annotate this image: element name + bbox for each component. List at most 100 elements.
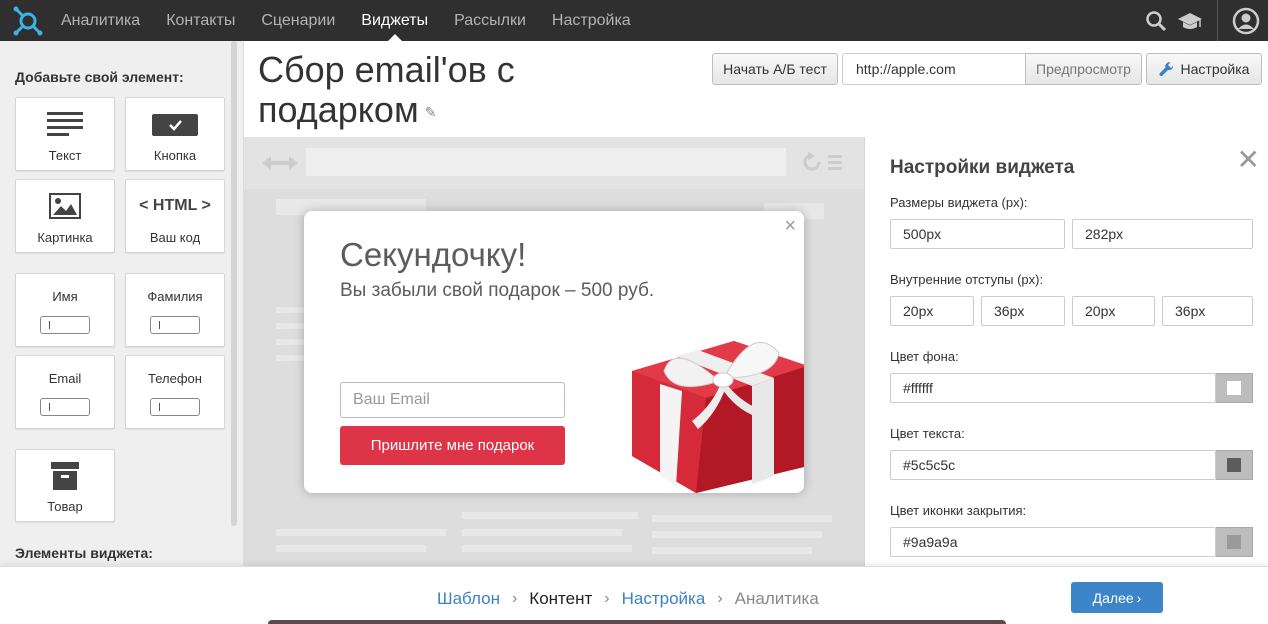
close-color-label: Цвет иконки закрытия: xyxy=(890,503,1027,518)
tile-image[interactable]: Картинка xyxy=(15,179,115,253)
preview-button[interactable]: Предпросмотр xyxy=(1025,53,1142,85)
tile-surname-label: Фамилия xyxy=(147,289,203,304)
nav-item-contacts[interactable]: Контакты xyxy=(166,0,235,41)
nav-icons xyxy=(1145,0,1260,41)
popup-submit-button[interactable]: Пришлите мне подарок xyxy=(340,426,565,465)
step-template[interactable]: Шаблон xyxy=(437,589,500,609)
settings-title: Настройки виджета xyxy=(890,157,1075,178)
ab-test-button[interactable]: Начать А/Б тест xyxy=(712,53,838,85)
close-color-input[interactable]: #9a9a9a xyxy=(890,527,1216,557)
text-color-swatch[interactable] xyxy=(1216,450,1253,480)
mini-input-icon xyxy=(40,316,90,334)
step-settings[interactable]: Настройка xyxy=(622,589,706,609)
chevron-right-icon: › xyxy=(604,590,610,607)
tile-text[interactable]: Текст xyxy=(15,97,115,171)
tile-phone[interactable]: Телефон xyxy=(125,355,225,429)
widget-title-text: Сбор email'ов с подарком xyxy=(258,49,515,130)
wizard-bottom-bar: Шаблон › Контент › Настройка › Аналитика… xyxy=(0,566,1268,624)
padding-bottom-input[interactable]: 20px xyxy=(1072,296,1155,326)
search-icon[interactable] xyxy=(1145,10,1167,32)
tile-email-label: Email xyxy=(48,371,82,386)
preview-url-input[interactable]: http://apple.com xyxy=(842,53,1026,85)
popup-close-icon[interactable]: × xyxy=(784,215,796,238)
wizard-steps: Шаблон › Контент › Настройка › Аналитика xyxy=(437,589,819,609)
widget-elements-title: Элементы виджета: xyxy=(15,545,153,561)
wrench-icon xyxy=(1159,62,1174,77)
chevron-right-icon: › xyxy=(1136,589,1142,606)
tile-name-label: Имя xyxy=(52,289,78,304)
nav-item-analytics[interactable]: Аналитика xyxy=(61,0,140,41)
width-input[interactable]: 500px xyxy=(890,219,1065,249)
settings-button-label: Настройка xyxy=(1180,61,1250,77)
nav-item-widgets[interactable]: Виджеты xyxy=(361,0,428,41)
tile-html-label: Ваш код xyxy=(149,230,201,245)
graduation-cap-icon[interactable] xyxy=(1177,10,1203,32)
placeholder-block xyxy=(652,547,812,554)
gift-box-image[interactable] xyxy=(624,326,804,493)
widget-header: Сбор email'ов с подарком ✎ Начать А/Б тес… xyxy=(244,41,1268,137)
popup-email-input[interactable]: Ваш Email xyxy=(340,382,565,418)
image-icon xyxy=(49,193,81,219)
nav-item-settings[interactable]: Настройка xyxy=(552,0,631,41)
user-avatar-icon[interactable] xyxy=(1232,7,1260,35)
placeholder-block xyxy=(652,515,832,522)
tile-button-label: Кнопка xyxy=(153,148,197,163)
placeholder-block xyxy=(462,545,632,552)
tile-surname[interactable]: Фамилия xyxy=(125,273,225,347)
padding-top-input[interactable]: 20px xyxy=(890,296,974,326)
nav-item-mailings[interactable]: Рассылки xyxy=(454,0,526,41)
tile-button[interactable]: Кнопка xyxy=(125,97,225,171)
page-bottom-edge xyxy=(268,620,1006,624)
page-title: Сбор email'ов с подарком ✎ xyxy=(258,50,578,132)
placeholder-block xyxy=(276,545,426,552)
tile-product-label: Товар xyxy=(47,499,83,514)
next-button[interactable]: Далее › xyxy=(1071,582,1163,613)
close-settings-icon[interactable]: ✕ xyxy=(1237,143,1260,176)
settings-button[interactable]: Настройка xyxy=(1146,53,1262,85)
size-label: Размеры виджета (px): xyxy=(890,195,1028,210)
color-swatch-icon xyxy=(1227,535,1241,549)
popup-heading[interactable]: Секундочку! xyxy=(340,236,526,274)
tile-html[interactable]: < HTML > Ваш код xyxy=(125,179,225,253)
padding-right-input[interactable]: 36px xyxy=(981,296,1065,326)
bg-color-input[interactable]: #ffffff xyxy=(890,373,1216,403)
html-code-icon: < HTML > xyxy=(139,197,211,214)
fake-address-bar xyxy=(306,148,786,176)
tile-text-label: Текст xyxy=(48,148,82,163)
sidebar-scrollbar[interactable] xyxy=(231,41,237,526)
tile-name[interactable]: Имя xyxy=(15,273,115,347)
pencil-edit-icon[interactable]: ✎ xyxy=(425,92,437,132)
tile-product[interactable]: Товар xyxy=(15,449,115,522)
step-content: Контент xyxy=(529,589,593,608)
widget-popup-preview[interactable]: × Секундочку! Вы забыли свой подарок – 5… xyxy=(304,211,804,493)
color-swatch-icon xyxy=(1227,381,1241,395)
placeholder-block xyxy=(462,529,622,536)
height-input[interactable]: 282px xyxy=(1072,219,1253,249)
mini-input-icon xyxy=(150,398,200,416)
bg-color-swatch[interactable] xyxy=(1216,373,1253,403)
tile-image-label: Картинка xyxy=(37,230,93,245)
archive-box-icon xyxy=(51,462,79,490)
placeholder-block xyxy=(652,531,822,538)
color-swatch-icon xyxy=(1227,458,1241,472)
placeholder-block xyxy=(276,529,446,536)
button-check-icon xyxy=(152,114,198,136)
popup-subheading[interactable]: Вы забыли свой подарок – 500 руб. xyxy=(340,280,654,302)
chevron-right-icon: › xyxy=(511,590,518,607)
text-lines-icon xyxy=(47,112,83,136)
tile-email[interactable]: Email xyxy=(15,355,115,429)
tile-phone-label: Телефон xyxy=(148,371,202,386)
browser-arrows-icon xyxy=(262,156,298,170)
add-element-title: Добавьте свой элемент: xyxy=(15,69,184,85)
mini-input-icon xyxy=(150,316,200,334)
top-navigation: Аналитика Контакты Сценарии Виджеты Расс… xyxy=(0,0,1268,41)
padding-left-input[interactable]: 36px xyxy=(1162,296,1253,326)
app-logo[interactable] xyxy=(8,0,48,41)
text-color-input[interactable]: #5c5c5c xyxy=(890,450,1216,480)
mini-input-icon xyxy=(40,398,90,416)
next-button-label: Далее xyxy=(1092,589,1134,606)
close-color-swatch[interactable] xyxy=(1216,527,1253,557)
padding-label: Внутренние отступы (px): xyxy=(890,272,1044,287)
placeholder-block xyxy=(462,512,638,519)
nav-item-scenarios[interactable]: Сценарии xyxy=(261,0,335,41)
